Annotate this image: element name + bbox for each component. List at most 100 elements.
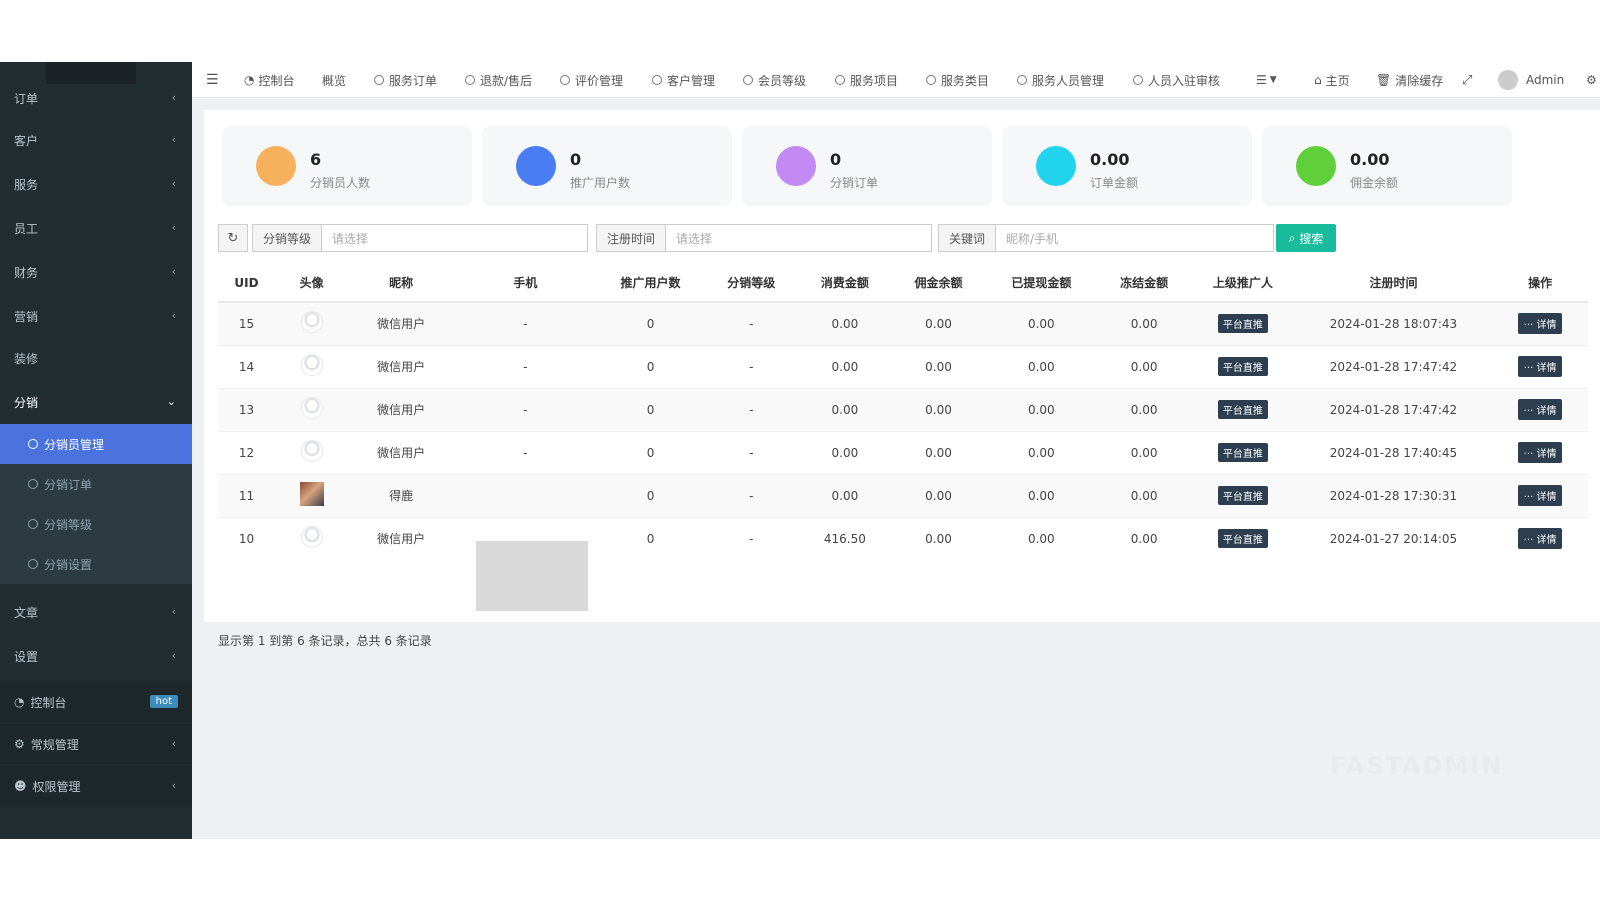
cell-avatar bbox=[274, 430, 349, 474]
stat-value: 0 bbox=[570, 150, 582, 169]
detail-button[interactable]: ··· 详情 bbox=[1517, 313, 1563, 335]
cell-spend: 0.00 bbox=[798, 301, 892, 345]
settings-cogs-icon[interactable]: ⚙ bbox=[1586, 62, 1597, 98]
col-spend[interactable]: 消费金额 bbox=[798, 264, 892, 303]
sidebar-item-settings[interactable]: 设置 ‹ bbox=[0, 636, 192, 676]
cell-uid: 11 bbox=[218, 473, 275, 517]
sidebar: 订单 ‹ 客户 ‹ 服务 ‹ 员工 ‹ 财务 ‹ 营销 ‹ 装修 分销 ⌄ 分销员管理 分销订… bbox=[0, 62, 192, 839]
cell-action: ··· 详情 bbox=[1492, 430, 1588, 474]
sidebar-sub-distribution-level[interactable]: 分销等级 bbox=[0, 504, 192, 544]
avatar-photo[interactable] bbox=[299, 482, 324, 506]
stat-value: 0.00 bbox=[1350, 150, 1390, 169]
chevron-left-icon: ‹ bbox=[171, 221, 176, 234]
tab-label: 会员等级 bbox=[758, 73, 807, 88]
col-commission[interactable]: 佣金余额 bbox=[891, 264, 986, 303]
stat-value: 0.00 bbox=[1090, 150, 1130, 169]
tab-reviews[interactable]: 评价管理 bbox=[560, 62, 623, 98]
sidebar-sub-distribution-orders[interactable]: 分销订单 bbox=[0, 464, 192, 504]
sidebar-sub-distribution-settings[interactable]: 分销设置 bbox=[0, 544, 192, 584]
search-button[interactable]: ⌕ 搜索 bbox=[1276, 224, 1336, 252]
cell-commission: 0.00 bbox=[891, 473, 986, 517]
sidebar-item-service[interactable]: 服务 ‹ bbox=[0, 164, 192, 204]
cell-avatar bbox=[274, 516, 349, 560]
chevron-down-icon: ⌄ bbox=[166, 395, 176, 408]
avatar[interactable] bbox=[300, 354, 323, 376]
sidebar-sub-label: 分销员管理 bbox=[44, 437, 105, 452]
stat-circle bbox=[776, 146, 816, 186]
circle-icon bbox=[560, 75, 570, 85]
cell-action: ··· 详情 bbox=[1492, 344, 1588, 388]
chevron-left-icon: ‹ bbox=[171, 779, 176, 792]
sidebar-item-marketing[interactable]: 营销 ‹ bbox=[0, 296, 192, 336]
tab-dashboard[interactable]: ◔ 控制台 bbox=[244, 62, 295, 98]
chevron-left-icon: ‹ bbox=[171, 177, 176, 190]
avatar[interactable] bbox=[300, 440, 323, 462]
tab-customers[interactable]: 客户管理 bbox=[652, 62, 715, 98]
col-promo-count[interactable]: 推广用户数 bbox=[596, 264, 705, 303]
col-withdrawn[interactable]: 已提现金额 bbox=[985, 264, 1098, 303]
detail-button[interactable]: ··· 详情 bbox=[1517, 399, 1563, 420]
list-dropdown-button[interactable]: ☰ ▼ bbox=[1256, 62, 1277, 98]
detail-button[interactable]: ··· 详情 bbox=[1517, 442, 1563, 463]
col-uid[interactable]: UID bbox=[218, 264, 275, 303]
col-reg-time[interactable]: 注册时间 bbox=[1294, 264, 1493, 303]
filter-register-time: 注册时间 请选择 bbox=[596, 224, 933, 252]
sidebar-item-label: 文章 bbox=[14, 605, 39, 620]
detail-button[interactable]: ··· 详情 bbox=[1517, 528, 1563, 550]
detail-button[interactable]: ··· 详情 bbox=[1517, 356, 1563, 377]
cell-level: - bbox=[704, 473, 799, 517]
register-time-input[interactable]: 请选择 bbox=[666, 224, 933, 252]
sidebar-item-staff[interactable]: 员工 ‹ bbox=[0, 208, 192, 248]
tab-service-category[interactable]: 服务类目 bbox=[926, 62, 989, 98]
sidebar-item-decor[interactable]: 装修 bbox=[0, 338, 192, 378]
level-select[interactable]: 请选择 bbox=[322, 224, 589, 252]
clear-cache-label: 清除缓存 bbox=[1395, 73, 1444, 88]
sidebar-item-label: 营销 bbox=[14, 309, 39, 324]
sidebar-item-order[interactable]: 订单 ‹ bbox=[0, 78, 192, 118]
tab-service-staff[interactable]: 服务人员管理 bbox=[1017, 62, 1104, 98]
sidebar-item-label: 服务 bbox=[14, 177, 39, 192]
avatar[interactable] bbox=[300, 397, 323, 419]
sidebar-item-dashboard[interactable]: ◔ 控制台 hot bbox=[0, 682, 192, 722]
sidebar-item-customer[interactable]: 客户 ‹ bbox=[0, 120, 192, 160]
avatar[interactable] bbox=[300, 311, 323, 334]
search-icon: ⌕ bbox=[1288, 230, 1296, 245]
cell-phone: - bbox=[454, 301, 597, 345]
keyword-input[interactable]: 昵称/手机 bbox=[996, 224, 1275, 252]
tab-member-level[interactable]: 会员等级 bbox=[743, 62, 806, 98]
tab-overview[interactable]: 概览 bbox=[322, 62, 346, 98]
cell-nickname: 微信用户 bbox=[348, 516, 455, 560]
sidebar-item-distribution[interactable]: 分销 ⌄ bbox=[0, 382, 192, 422]
sidebar-item-permission[interactable]: ☻ 权限管理 ‹ bbox=[0, 766, 192, 806]
tab-service-orders[interactable]: 服务订单 bbox=[374, 62, 437, 98]
refresh-button[interactable]: ↻ bbox=[218, 224, 248, 252]
sidebar-item-label: 订单 bbox=[14, 91, 39, 106]
cell-frozen: 0.00 bbox=[1097, 387, 1191, 431]
tab-refunds[interactable]: 退款/售后 bbox=[465, 62, 532, 98]
col-frozen[interactable]: 冻结金额 bbox=[1097, 264, 1191, 303]
stat-circle bbox=[1036, 146, 1076, 186]
user-menu[interactable]: Admin bbox=[1498, 62, 1564, 98]
cell-avatar bbox=[274, 473, 349, 517]
tab-staff-review[interactable]: 人员入驻审核 bbox=[1133, 62, 1220, 98]
detail-button[interactable]: ··· 详情 bbox=[1517, 485, 1563, 506]
sidebar-item-label: 客户 bbox=[14, 133, 39, 148]
sidebar-sub-distributor-manage[interactable]: 分销员管理 bbox=[0, 424, 192, 464]
cell-avatar bbox=[274, 387, 349, 431]
sidebar-item-finance[interactable]: 财务 ‹ bbox=[0, 252, 192, 292]
cell-uid: 12 bbox=[218, 430, 275, 474]
clear-cache-button[interactable]: 🗑 清除缓存 bbox=[1376, 62, 1443, 98]
fullscreen-icon[interactable]: ⤢ bbox=[1462, 62, 1472, 98]
table-row: 11 得鹿 0 - 0.00 0.00 0.00 0.00 平台直推 2024-… bbox=[218, 473, 1588, 517]
circle-icon bbox=[652, 75, 662, 85]
sidebar-item-general[interactable]: ⚙ 常规管理 ‹ bbox=[0, 724, 192, 764]
cell-parent: 平台直推 bbox=[1190, 301, 1295, 345]
sidebar-item-article[interactable]: 文章 ‹ bbox=[0, 592, 192, 632]
avatar[interactable] bbox=[300, 526, 323, 549]
menu-toggle-icon[interactable]: ☰ bbox=[206, 62, 219, 98]
tab-label: 服务人员管理 bbox=[1032, 73, 1105, 88]
home-link[interactable]: ⌂ 主页 bbox=[1314, 62, 1350, 98]
platform-direct-tag: 平台直推 bbox=[1217, 314, 1268, 334]
tab-service-items[interactable]: 服务项目 bbox=[835, 62, 898, 98]
cell-action: ··· 详情 bbox=[1492, 387, 1588, 431]
